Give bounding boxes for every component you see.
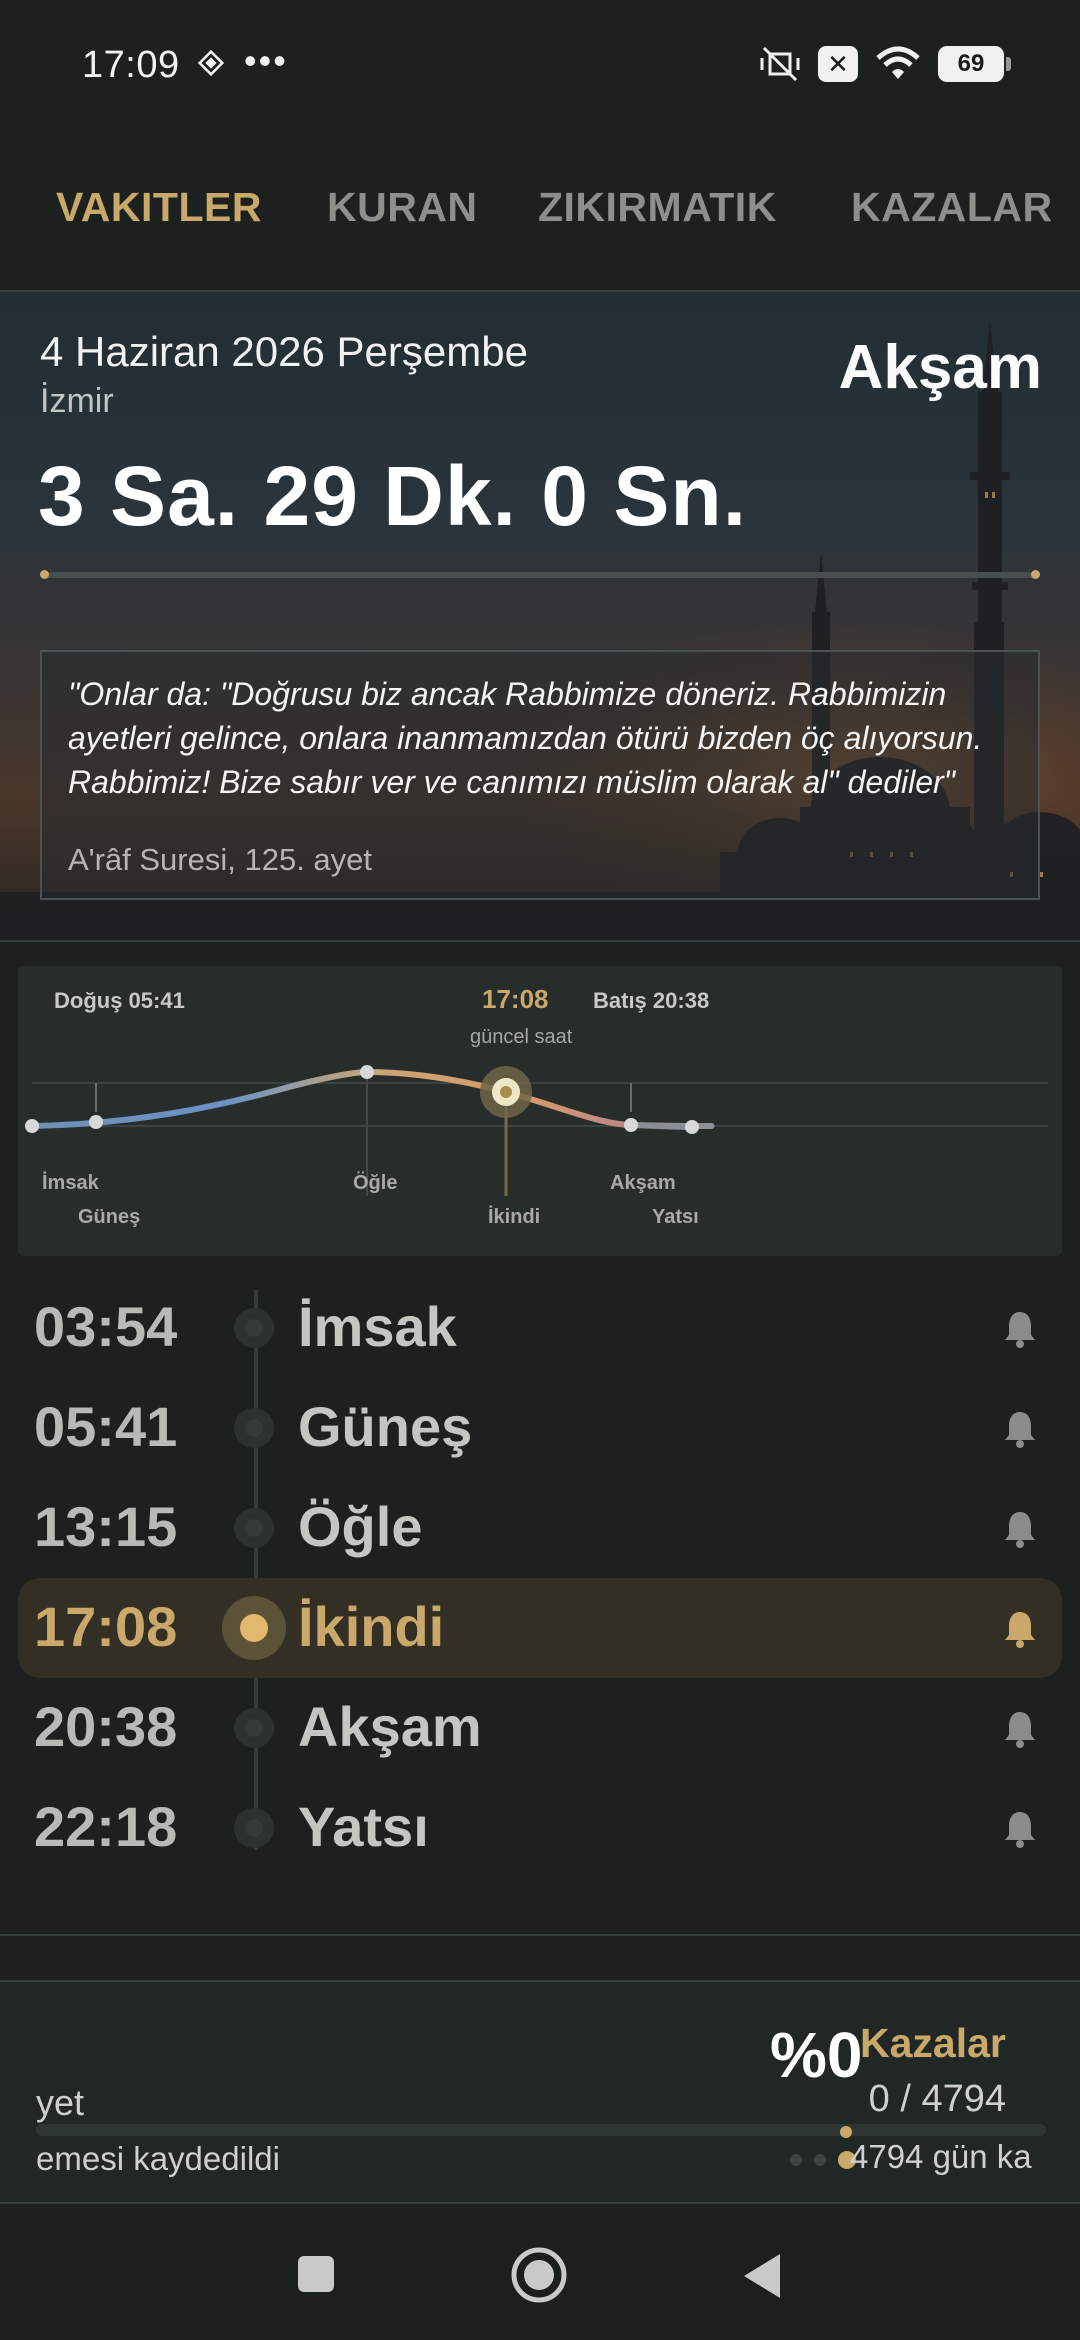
- timeline-node: [234, 1808, 274, 1848]
- prayer-name: Akşam: [298, 1695, 482, 1758]
- timeline-node-active: [222, 1596, 286, 1660]
- prayer-time: 05:41: [34, 1395, 178, 1458]
- timeline-node: [234, 1408, 274, 1448]
- tab-zikirmatik[interactable]: ZIKIRMATIK: [538, 184, 777, 231]
- prayer-row-aksam[interactable]: 20:38 Akşam: [18, 1678, 1062, 1778]
- kaza-days-text: 4794 gün ka: [850, 2138, 1032, 2175]
- kaza-summary-card[interactable]: yet emesi kaydedildi %0 Kazalar 0 / 4794…: [0, 1980, 1080, 2204]
- mute-vibrate-icon: [760, 46, 800, 82]
- prayer-name: Yatsı: [298, 1795, 429, 1858]
- city-name[interactable]: İzmir: [40, 382, 114, 421]
- kaza-progress-dot: [840, 2126, 852, 2138]
- prayer-name: Güneş: [298, 1395, 473, 1458]
- sunrise-label: Doğuş 05:41: [54, 988, 185, 1013]
- prayer-time: 03:54: [34, 1295, 178, 1358]
- square-recents-icon[interactable]: [296, 2254, 336, 2294]
- bell-icon[interactable]: [1002, 1808, 1038, 1848]
- timeline-label-gunes: Güneş: [78, 1206, 141, 1228]
- triangle-back-icon[interactable]: [740, 2252, 784, 2300]
- aksam-point: [624, 1118, 638, 1132]
- timeline-label-ikindi: İkindi: [488, 1206, 541, 1228]
- kaza-percent: %0: [770, 2019, 863, 2091]
- prayer-times-list: 03:54 İmsak 05:41 Güneş 13:15 Öğle 17:08…: [0, 1256, 1080, 1936]
- status-icons: ✕ 69: [760, 44, 1011, 84]
- progress-start-dot: [40, 570, 49, 579]
- prayer-time: 13:15: [34, 1495, 178, 1558]
- timeline-node: [234, 1708, 274, 1748]
- bell-icon[interactable]: [1002, 1708, 1038, 1748]
- prayer-time: 20:38: [34, 1695, 178, 1758]
- kaza-progress-bar: [36, 2124, 1046, 2136]
- status-time: 17:09: [82, 44, 180, 86]
- prayer-row-ogle[interactable]: 13:15 Öğle: [18, 1478, 1062, 1578]
- gunes-point: [89, 1115, 103, 1129]
- prayer-name: İmsak: [298, 1295, 457, 1358]
- ogle-point: [360, 1065, 374, 1079]
- tab-kazalar[interactable]: KAZALAR: [851, 184, 1053, 231]
- diamond-notification-icon: [197, 49, 225, 77]
- countdown-progress-bar: [40, 570, 1040, 579]
- prayer-time: 22:18: [34, 1795, 178, 1858]
- verse-text: "Onlar da: "Doğrusu biz ancak Rabbimize …: [68, 676, 983, 800]
- timeline-node: [234, 1308, 274, 1348]
- status-bar: 17:09 ••• ✕ 69: [0, 0, 1080, 130]
- battery-icon: 69: [938, 46, 1011, 82]
- prayer-time: 17:08: [34, 1595, 178, 1658]
- page-indicator-dot: [790, 2154, 802, 2166]
- tab-kuran[interactable]: KURAN: [327, 184, 478, 231]
- more-notifications-icon: •••: [244, 40, 288, 81]
- system-navigation-bar: [0, 2206, 1080, 2340]
- kaza-count: 0 / 4794: [868, 2078, 1006, 2120]
- previous-card-line2: emesi kaydedildi: [36, 2140, 280, 2177]
- sun-arc-path: [31, 1068, 715, 1129]
- prayer-row-ikindi[interactable]: 17:08 İkindi: [18, 1578, 1062, 1678]
- prayer-row-yatsi[interactable]: 22:18 Yatsı: [18, 1778, 1062, 1878]
- timeline-node: [234, 1508, 274, 1548]
- prayer-name: Öğle: [298, 1495, 423, 1558]
- timeline-label-imsak: İmsak: [42, 1172, 99, 1194]
- sun-timeline-panel: Doğuş 05:41 17:08 güncel saat Batış 20:3…: [18, 966, 1062, 1256]
- prayer-row-gunes[interactable]: 05:41 Güneş: [18, 1378, 1062, 1478]
- yatsi-point: [685, 1120, 699, 1134]
- current-date: 4 Haziran 2026 Perşembe: [40, 328, 528, 375]
- page-indicator-dot: [814, 2154, 826, 2166]
- timeline-label-yatsi: Yatsı: [652, 1206, 699, 1228]
- tab-vakitler[interactable]: VAKITLER: [56, 184, 262, 231]
- next-prayer-card: 4 Haziran 2026 Perşembe İzmir Akşam 3 Sa…: [0, 290, 1080, 942]
- tab-bar: VAKITLER KURAN ZIKIRMATIK KAZALAR: [0, 160, 1080, 270]
- timeline-label-aksam: Akşam: [610, 1172, 676, 1194]
- kaza-title: Kazalar: [860, 2020, 1006, 2066]
- current-time-label: 17:08: [482, 984, 549, 1014]
- bell-icon[interactable]: [1002, 1608, 1038, 1648]
- current-time-caption: güncel saat: [470, 1026, 573, 1048]
- imsak-point: [25, 1119, 39, 1133]
- close-app-icon: ✕: [818, 46, 858, 82]
- wifi-icon: [876, 46, 920, 79]
- bell-icon[interactable]: [1002, 1408, 1038, 1448]
- prayer-name: İkindi: [298, 1595, 445, 1658]
- previous-card-line1: yet: [36, 2082, 85, 2123]
- countdown-timer: 3 Sa. 29 Dk. 0 Sn.: [38, 449, 748, 543]
- sunset-label: Batış 20:38: [593, 988, 710, 1013]
- bell-icon[interactable]: [1002, 1308, 1038, 1348]
- prayer-row-imsak[interactable]: 03:54 İmsak: [18, 1278, 1062, 1378]
- circle-home-icon[interactable]: [510, 2246, 568, 2304]
- next-prayer-name: Akşam: [838, 333, 1042, 402]
- bell-icon[interactable]: [1002, 1508, 1038, 1548]
- verse-quote-box[interactable]: "Onlar da: "Doğrusu biz ancak Rabbimize …: [40, 650, 1040, 900]
- timeline-label-ogle: Öğle: [353, 1172, 398, 1194]
- verse-source: A'râf Suresi, 125. ayet: [68, 842, 373, 877]
- progress-end-dot: [1031, 570, 1040, 579]
